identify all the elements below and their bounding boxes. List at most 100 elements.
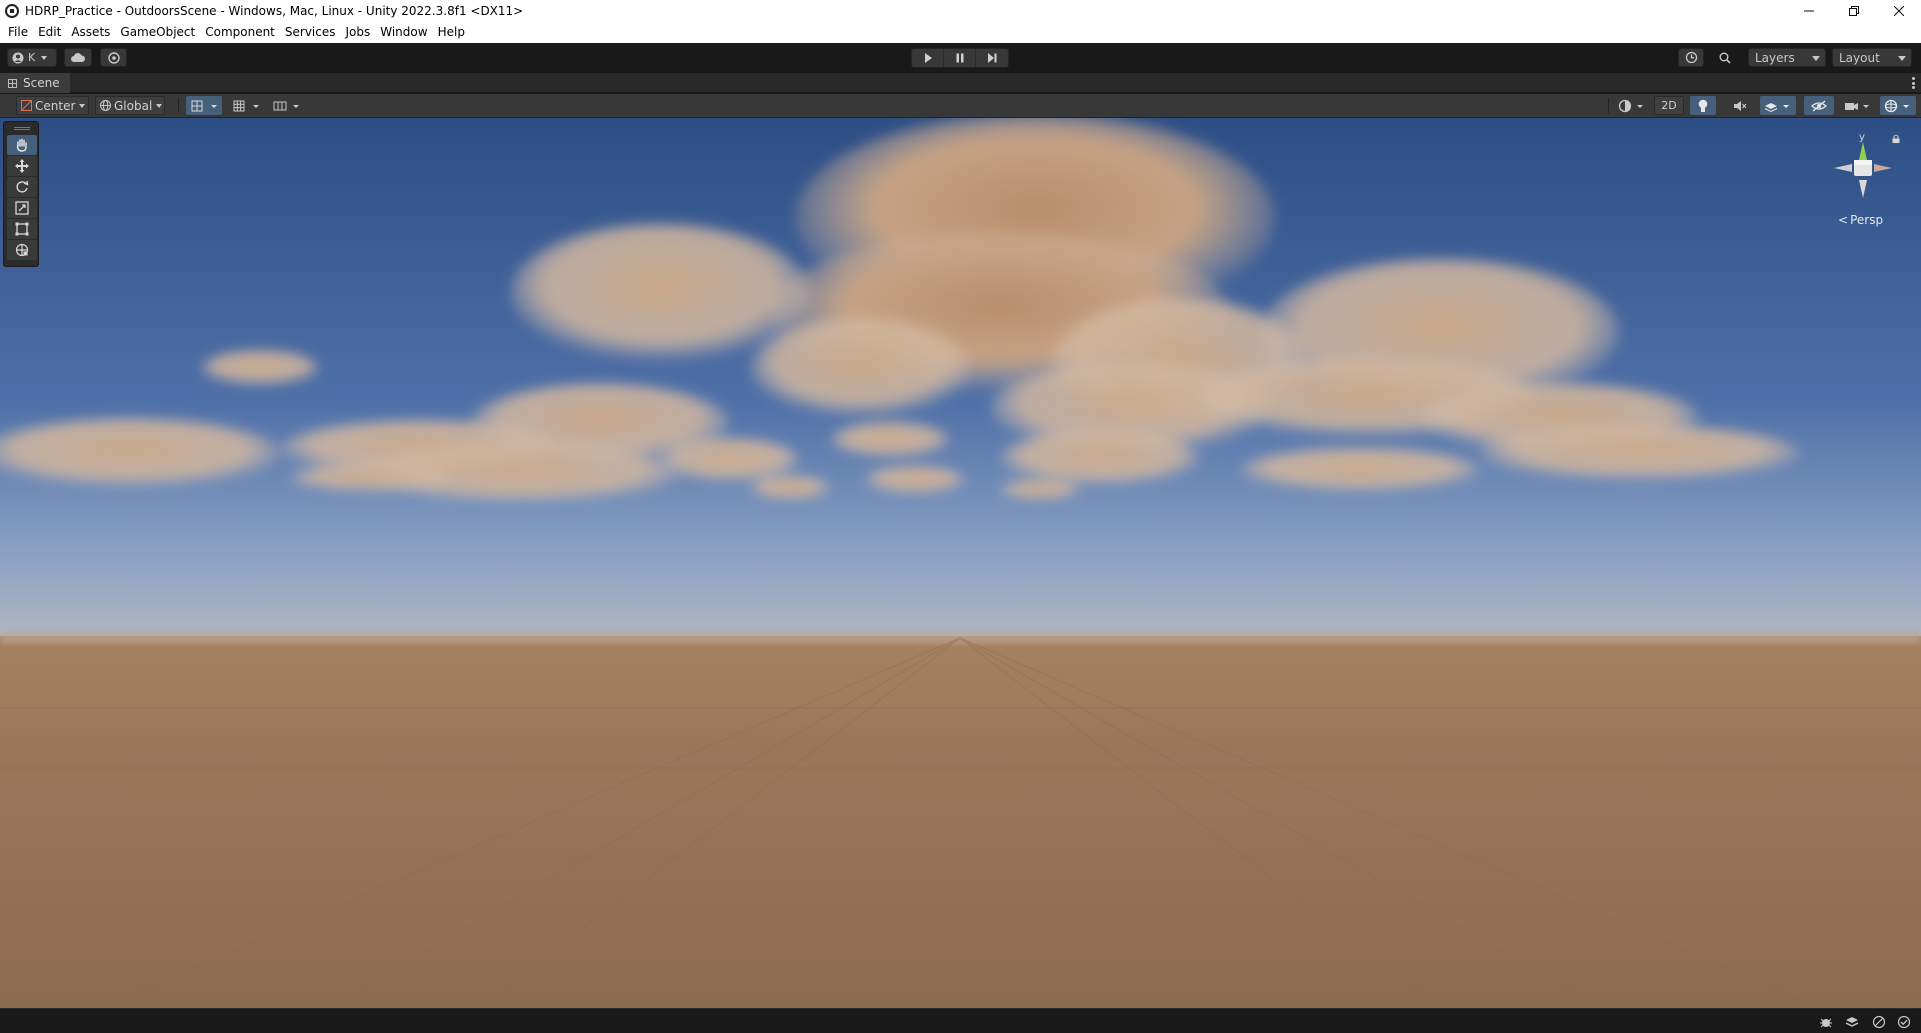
scene-viewport[interactable]: [0, 118, 1921, 1008]
scene-orientation-gizmo[interactable]: y: [1828, 128, 1898, 208]
grid-visibility-toggle[interactable]: [228, 96, 264, 115]
snap-increment-icon: [273, 101, 299, 110]
restore-button[interactable]: [1831, 0, 1876, 22]
draw-mode-dropdown[interactable]: [1614, 96, 1650, 115]
chevron-down-icon: [41, 55, 48, 60]
scene-render: [0, 118, 1921, 1008]
rect-tool-icon: [15, 222, 29, 236]
projection-label: Persp: [1850, 213, 1884, 227]
rotate-tool-icon: [16, 180, 29, 193]
transform-tool-button[interactable]: [7, 240, 37, 260]
audio-toggle[interactable]: [1727, 96, 1753, 115]
main-toolbar: K Layers Layout: [0, 43, 1921, 73]
hand-tool-icon: [16, 138, 27, 152]
grid-snapping-toggle[interactable]: [186, 96, 222, 115]
toolbar-divider: [1608, 98, 1609, 113]
play-icon: [924, 53, 932, 63]
menu-edit[interactable]: Edit: [33, 22, 66, 43]
stack-icon[interactable]: [1845, 1015, 1859, 1029]
unity-logo-icon: [5, 4, 19, 18]
mode-2d-label: 2D: [1661, 99, 1677, 112]
pivot-rotation-dropdown[interactable]: Global: [95, 96, 165, 115]
gizmos-sphere-icon: [1884, 99, 1909, 112]
search-button[interactable]: [1712, 48, 1738, 67]
collab-button[interactable]: [100, 48, 127, 67]
mode-2d-toggle[interactable]: 2D: [1654, 96, 1684, 115]
camera-icon: [1845, 102, 1869, 110]
chevron-down-icon: [79, 103, 86, 108]
menu-jobs[interactable]: Jobs: [341, 22, 376, 43]
rotate-tool-button[interactable]: [7, 177, 37, 197]
scale-tool-button[interactable]: [7, 198, 37, 218]
increment-snapping-toggle[interactable]: [268, 96, 304, 115]
cloud-button[interactable]: [64, 48, 92, 67]
transform-tool-icon: [15, 243, 29, 257]
tab-more-options-icon[interactable]: [1912, 77, 1915, 89]
lighting-toggle[interactable]: [1690, 96, 1716, 115]
menu-file[interactable]: File: [3, 22, 33, 43]
gizmos-dropdown[interactable]: [1880, 96, 1916, 115]
window-title: HDRP_Practice - OutdoorsScene - Windows,…: [25, 4, 524, 18]
undo-history-button[interactable]: [1678, 48, 1704, 67]
restore-icon: [1848, 6, 1859, 16]
menu-component[interactable]: Component: [200, 22, 280, 43]
window-controls: [1786, 0, 1921, 22]
account-label: K: [28, 51, 36, 64]
pause-icon: [956, 53, 963, 63]
minimize-icon: [1803, 10, 1814, 12]
menu-bar: File Edit Assets GameObject Component Se…: [0, 22, 1921, 43]
layout-label: Layout: [1839, 50, 1880, 65]
layout-dropdown[interactable]: Layout: [1832, 48, 1912, 67]
bug-icon[interactable]: [1819, 1015, 1833, 1029]
menu-assets[interactable]: Assets: [66, 22, 115, 43]
undo-history-icon: [1685, 51, 1697, 64]
minimize-button[interactable]: [1786, 0, 1831, 22]
effects-dropdown[interactable]: [1760, 96, 1796, 115]
account-icon: [12, 52, 24, 63]
overlay-grip-icon[interactable]: [14, 127, 30, 130]
account-dropdown[interactable]: K: [7, 48, 57, 67]
shading-mode-icon: [1618, 99, 1643, 112]
grid-snap-icon: [191, 100, 217, 111]
chevron-down-icon: [156, 103, 163, 108]
network-icon[interactable]: [1872, 1015, 1886, 1029]
layers-dropdown[interactable]: Layers: [1748, 48, 1826, 67]
cloud-icon: [71, 53, 85, 62]
hand-tool-button[interactable]: [7, 135, 37, 155]
eye-hidden-icon: [1811, 100, 1827, 111]
move-tool-button[interactable]: [7, 156, 37, 176]
close-button[interactable]: [1876, 0, 1921, 22]
scene-visibility-toggle[interactable]: [1804, 96, 1834, 115]
search-icon: [1719, 52, 1731, 64]
scale-tool-icon: [15, 201, 29, 215]
move-tool-icon: [15, 159, 29, 173]
rect-tool-button[interactable]: [7, 219, 37, 239]
pivot-rotation-label: Global: [114, 98, 153, 113]
tab-scene[interactable]: Scene: [0, 73, 70, 93]
check-circle-icon[interactable]: [1897, 1015, 1911, 1029]
pivot-center-icon: [21, 100, 32, 111]
menu-window[interactable]: Window: [375, 22, 432, 43]
chevron-left-icon: <: [1838, 213, 1849, 227]
audio-muted-icon: [1734, 100, 1747, 111]
collab-icon: [107, 51, 120, 64]
light-bulb-icon: [1698, 99, 1708, 112]
projection-toggle[interactable]: < Persp: [1838, 213, 1883, 227]
scene-view-toolbar: Center Global 2D: [0, 94, 1921, 118]
lock-icon[interactable]: [1892, 135, 1900, 143]
grid-icon: [233, 100, 259, 111]
tab-scene-label: Scene: [23, 76, 60, 90]
camera-settings-dropdown[interactable]: [1840, 96, 1876, 115]
menu-help[interactable]: Help: [433, 22, 470, 43]
scene-grid-icon: [8, 78, 17, 88]
close-icon: [1893, 6, 1904, 16]
step-button[interactable]: [976, 49, 1008, 67]
pivot-mode-dropdown[interactable]: Center: [16, 96, 89, 115]
play-button[interactable]: [912, 49, 944, 67]
pause-button[interactable]: [944, 49, 976, 67]
chevron-down-icon: [1812, 56, 1820, 61]
gizmo-axis-label: y: [1859, 132, 1865, 143]
menu-gameobject[interactable]: GameObject: [115, 22, 200, 43]
menu-services[interactable]: Services: [280, 22, 341, 43]
unity-editor-window: HDRP_Practice - OutdoorsScene - Windows,…: [0, 0, 1921, 1033]
